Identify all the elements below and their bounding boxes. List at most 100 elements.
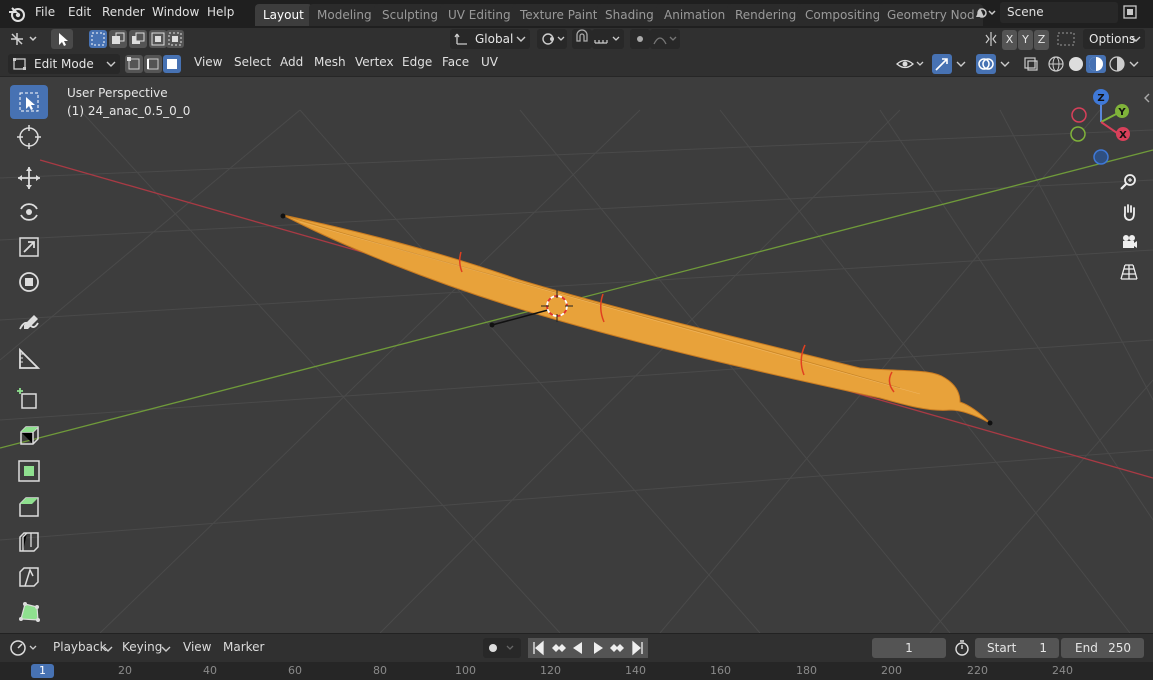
select-mode-extend-button[interactable] xyxy=(109,30,127,48)
snap-target-dropdown[interactable] xyxy=(592,29,624,49)
cursor-tool[interactable] xyxy=(10,120,48,154)
playhead-indicator[interactable]: 1 xyxy=(31,664,54,678)
chevron-down-icon[interactable] xyxy=(1000,60,1010,68)
bevel-tool[interactable] xyxy=(10,490,48,524)
vertex-select-mode-button[interactable] xyxy=(125,55,143,73)
ortho-toggle-button[interactable] xyxy=(1117,260,1141,284)
playback-controls xyxy=(528,638,648,658)
mirror-x-toggle[interactable]: X xyxy=(1002,30,1017,50)
menu-vertex[interactable]: Vertex xyxy=(355,55,394,69)
tab-sculpting[interactable]: Sculpting xyxy=(374,4,447,26)
measure-tool[interactable] xyxy=(10,342,48,376)
tab-rendering[interactable]: Rendering xyxy=(727,4,805,26)
auto-merge-icon[interactable] xyxy=(1056,31,1076,47)
pan-nav-button[interactable] xyxy=(1117,200,1141,224)
navigation-gizmo[interactable]: Z Y X xyxy=(1062,85,1142,167)
tab-shading[interactable]: Shading xyxy=(597,4,662,26)
tab-uv-editing[interactable]: UV Editing xyxy=(440,4,519,26)
select-mode-new-button[interactable] xyxy=(89,30,107,48)
knife-tool[interactable] xyxy=(10,560,48,594)
mirror-z-toggle[interactable]: Z xyxy=(1034,30,1049,50)
poly-build-tool[interactable] xyxy=(10,595,48,629)
select-mode-subtract-button[interactable] xyxy=(129,30,147,48)
start-frame-field[interactable]: Start 1 xyxy=(975,638,1059,658)
loop-cut-tool[interactable] xyxy=(10,525,48,559)
tab-layout[interactable]: Layout xyxy=(255,4,312,26)
tab-animation[interactable]: Animation xyxy=(656,4,734,26)
rendered-shading-icon[interactable] xyxy=(1108,55,1126,73)
blender-logo-icon[interactable] xyxy=(8,5,26,23)
proportional-edit-toggle[interactable] xyxy=(630,29,650,49)
transform-tool[interactable] xyxy=(10,265,48,299)
select-mode-invert-button[interactable] xyxy=(149,30,167,48)
solid-shading-icon[interactable] xyxy=(1067,55,1085,73)
material-preview-shading-button[interactable] xyxy=(1086,55,1106,73)
face-select-mode-button[interactable] xyxy=(163,55,181,73)
menu-timeline-view[interactable]: View xyxy=(183,640,211,654)
options-dropdown[interactable]: Options xyxy=(1083,29,1145,49)
menu-edge[interactable]: Edge xyxy=(402,55,432,69)
annotate-tool[interactable] xyxy=(10,307,48,341)
3d-viewport[interactable]: User Perspective (1) 24_anac_0.5_0_0 Z Y… xyxy=(0,77,1153,633)
menu-file[interactable]: File xyxy=(35,5,55,19)
xray-toggle-icon[interactable] xyxy=(1022,55,1040,73)
menu-edit[interactable]: Edit xyxy=(68,5,91,19)
scale-tool[interactable] xyxy=(10,230,48,264)
menu-marker[interactable]: Marker xyxy=(223,640,264,654)
menu-uv[interactable]: UV xyxy=(481,55,498,69)
mode-dropdown[interactable]: Edit Mode xyxy=(8,54,120,74)
orientation-dropdown[interactable]: Global xyxy=(450,29,530,49)
new-scene-icon[interactable] xyxy=(1122,4,1138,20)
add-cube-tool[interactable] xyxy=(10,382,48,416)
extrude-tool[interactable] xyxy=(10,418,48,452)
stopwatch-icon[interactable] xyxy=(953,639,971,657)
end-frame-field[interactable]: End 250 xyxy=(1061,638,1144,658)
auto-keying-toggle[interactable] xyxy=(483,638,521,658)
inset-tool[interactable] xyxy=(10,454,48,488)
scene-selector[interactable]: Scene xyxy=(1000,2,1118,23)
menu-window[interactable]: Window xyxy=(152,5,199,19)
mirror-icon[interactable] xyxy=(983,31,999,47)
edit-mode-icon xyxy=(13,58,26,70)
orientation-label: Global xyxy=(475,32,514,46)
menu-render[interactable]: Render xyxy=(102,5,145,19)
menu-keying[interactable]: Keying xyxy=(122,640,162,654)
zoom-nav-button[interactable] xyxy=(1117,170,1141,194)
edge-select-mode-button[interactable] xyxy=(144,55,162,73)
camera-view-button[interactable] xyxy=(1117,230,1141,254)
menu-mesh[interactable]: Mesh xyxy=(314,55,346,69)
menu-select[interactable]: Select xyxy=(234,55,271,69)
transform-pivot-icon[interactable] xyxy=(8,30,40,48)
select-tool-button[interactable] xyxy=(51,29,73,49)
select-mode-intersect-button[interactable] xyxy=(166,30,184,48)
menu-face[interactable]: Face xyxy=(442,55,469,69)
menu-view[interactable]: View xyxy=(194,55,222,69)
chevron-down-icon[interactable] xyxy=(1129,60,1139,68)
mirror-y-toggle[interactable]: Y xyxy=(1018,30,1033,50)
menu-playback[interactable]: Playback xyxy=(53,640,107,654)
visibility-eye-icon[interactable] xyxy=(895,55,925,73)
gizmo-toggle[interactable] xyxy=(932,54,952,74)
chevron-down-icon[interactable] xyxy=(956,60,966,68)
proportional-falloff-dropdown[interactable] xyxy=(650,29,680,49)
ruler-tick: 60 xyxy=(288,664,302,677)
viewport-scene[interactable] xyxy=(0,77,1153,633)
scene-icon[interactable] xyxy=(973,5,997,21)
tab-modeling[interactable]: Modeling xyxy=(309,4,380,26)
select-box-tool[interactable] xyxy=(10,85,48,119)
orientation-axes-icon xyxy=(454,33,467,45)
rotate-tool[interactable] xyxy=(10,195,48,229)
menu-add[interactable]: Add xyxy=(280,55,303,69)
overlays-toggle[interactable] xyxy=(976,54,996,74)
move-tool[interactable] xyxy=(10,161,48,195)
tab-geometry-nodes[interactable]: Geometry Nod xyxy=(879,4,983,26)
collapse-sidebar-chevron-icon[interactable] xyxy=(1142,92,1152,104)
tab-compositing[interactable]: Compositing xyxy=(797,4,889,26)
pivot-point-dropdown[interactable] xyxy=(537,29,567,49)
menu-help[interactable]: Help xyxy=(207,5,234,19)
snap-toggle[interactable] xyxy=(572,29,592,49)
wireframe-shading-icon[interactable] xyxy=(1047,55,1065,73)
current-frame-field[interactable]: 1 xyxy=(872,638,946,658)
tab-texture-paint[interactable]: Texture Paint xyxy=(512,4,606,26)
editor-type-clock-icon[interactable] xyxy=(8,638,40,658)
